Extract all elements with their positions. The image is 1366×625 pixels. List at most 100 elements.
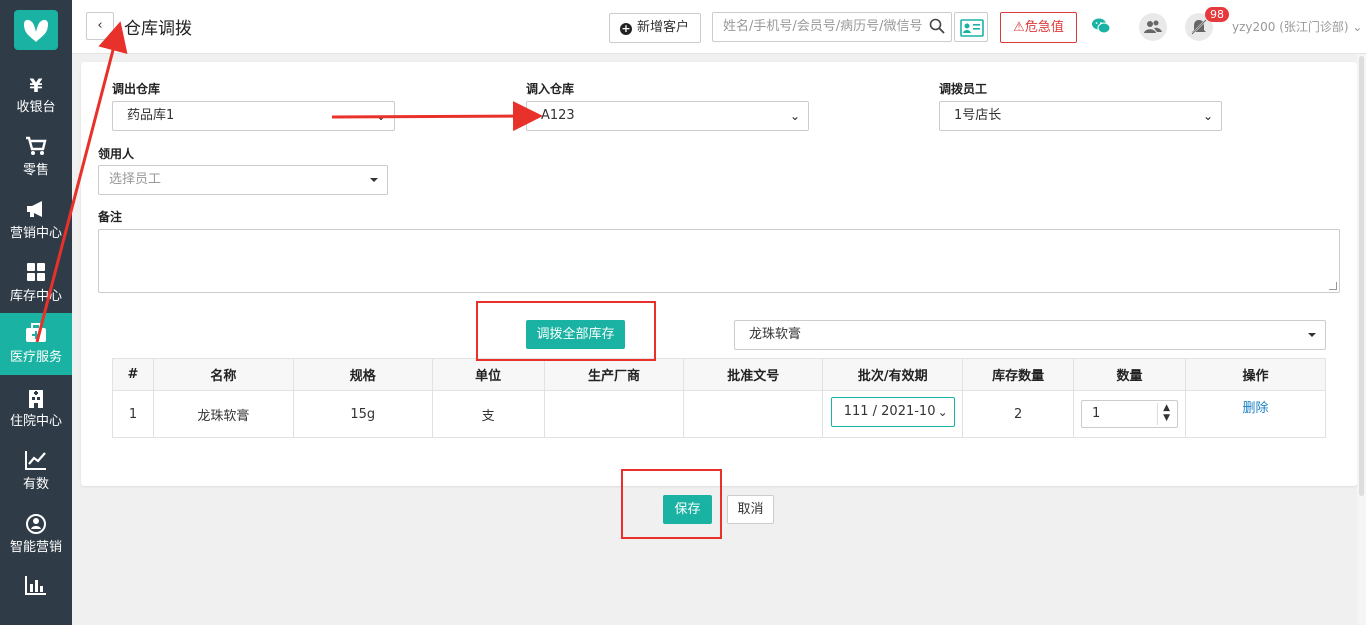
remark-textarea[interactable] bbox=[98, 229, 1340, 293]
col-header-approval: 批准文号 bbox=[683, 358, 824, 391]
smart-icon bbox=[0, 513, 72, 539]
table-row: 1 龙珠软膏 15g 支 111 / 2021-10 ⌄ 2 1 ▲ ▼ 删除 bbox=[112, 390, 1326, 438]
sidebar-item-analytics[interactable]: 有数 bbox=[0, 440, 72, 502]
col-header-spec: 规格 bbox=[292, 358, 433, 391]
user-menu[interactable]: yzy200 (张江门诊部) ⌄ bbox=[1232, 18, 1362, 35]
batch-select[interactable]: 111 / 2021-10 ⌄ bbox=[830, 397, 955, 427]
add-customer-label: 新增客户 bbox=[637, 20, 690, 35]
col-header-stock: 库存数量 bbox=[962, 358, 1075, 391]
quantity-stepper[interactable]: 1 ▲ ▼ bbox=[1081, 400, 1179, 428]
in-warehouse-value: A123 bbox=[541, 108, 575, 123]
user-name-label: yzy200 (张江门诊部) bbox=[1232, 20, 1349, 34]
sidebar-item-label: 库存中心 bbox=[9, 289, 62, 304]
sidebar-item-reports[interactable] bbox=[0, 565, 72, 625]
chart-line-icon bbox=[0, 450, 72, 476]
cell-qty: 1 ▲ ▼ bbox=[1073, 390, 1187, 438]
sidebar-item-label: 智能营销 bbox=[9, 540, 62, 555]
sidebar-item-label: 营销中心 bbox=[9, 226, 62, 241]
batch-value: 111 / 2021-10 bbox=[843, 404, 936, 419]
sidebar-item-marketing[interactable]: 营销中心 bbox=[0, 189, 72, 251]
search-input[interactable]: 姓名/手机号/会员号/病历号/微信号 bbox=[712, 12, 952, 42]
col-header-batch: 批次/有效期 bbox=[822, 358, 964, 391]
cell-approval bbox=[683, 390, 824, 438]
caret-down-icon bbox=[1308, 333, 1316, 337]
sidebar-item-inventory[interactable]: 库存中心 bbox=[0, 252, 72, 314]
cell-action: 删除 bbox=[1185, 390, 1326, 438]
receiver-label: 领用人 bbox=[98, 147, 135, 161]
sidebar-item-cashier[interactable]: ¥ 收银台 bbox=[0, 63, 72, 125]
spinner-arrows-icon[interactable]: ▲ ▼ bbox=[1157, 403, 1175, 425]
col-header-action: 操作 bbox=[1185, 358, 1326, 391]
chevron-down-icon: ⌄ bbox=[1202, 109, 1213, 123]
yen-icon: ¥ bbox=[29, 75, 43, 97]
annotation-box-save bbox=[621, 469, 722, 539]
cancel-button[interactable]: 取消 bbox=[727, 495, 774, 524]
sidebar: ¥ 收银台 零售 营销中心 库存中心 医疗服务 住院中心 有数 智能营销 bbox=[0, 0, 72, 625]
staff-label: 调拨员工 bbox=[939, 82, 988, 96]
col-header-manufacturer: 生产厂商 bbox=[543, 358, 685, 391]
users-icon[interactable] bbox=[1139, 13, 1167, 41]
sidebar-item-label: 住院中心 bbox=[9, 414, 62, 429]
out-warehouse-label: 调出仓库 bbox=[112, 82, 161, 96]
grid-icon bbox=[0, 262, 72, 288]
logo bbox=[14, 10, 58, 50]
out-warehouse-select[interactable]: 药品库1 ⌄ bbox=[112, 101, 395, 131]
col-header-qty: 数量 bbox=[1073, 358, 1187, 391]
resize-grip-icon[interactable] bbox=[1329, 282, 1337, 290]
table-header-row: # 名称 规格 单位 生产厂商 批准文号 批次/有效期 库存数量 数量 操作 bbox=[112, 358, 1326, 391]
in-warehouse-select[interactable]: A123 ⌄ bbox=[526, 101, 809, 131]
receiver-select[interactable]: 选择员工 bbox=[98, 165, 388, 195]
top-header: ‹ 仓库调拨 + 新增客户 姓名/手机号/会员号/病历号/微信号 ⚠危急值 98 … bbox=[72, 0, 1366, 54]
transfer-items-table: # 名称 规格 单位 生产厂商 批准文号 批次/有效期 库存数量 数量 操作 1… bbox=[112, 358, 1326, 438]
id-card-button[interactable] bbox=[954, 12, 988, 42]
sidebar-item-retail[interactable]: 零售 bbox=[0, 126, 72, 188]
critical-value-button[interactable]: ⚠危急值 bbox=[1000, 12, 1077, 43]
scrollbar-thumb[interactable] bbox=[1359, 56, 1364, 496]
col-header-name: 名称 bbox=[152, 358, 294, 391]
cell-stock: 2 bbox=[962, 390, 1075, 438]
sidebar-item-label: 医疗服务 bbox=[9, 350, 62, 365]
col-header-unit: 单位 bbox=[431, 358, 545, 391]
notification-badge: 98 bbox=[1205, 7, 1229, 22]
chevron-down-icon: ⌄ bbox=[375, 109, 386, 123]
chevron-down-icon: ⌄ bbox=[789, 109, 800, 123]
staff-value: 1号店长 bbox=[954, 108, 1002, 123]
hospital-icon bbox=[0, 387, 72, 413]
sidebar-item-smart-marketing[interactable]: 智能营销 bbox=[0, 503, 72, 565]
cell-index: 1 bbox=[112, 390, 154, 438]
out-warehouse-value: 药品库1 bbox=[127, 108, 175, 123]
chevron-down-icon: ⌄ bbox=[1352, 20, 1363, 34]
sidebar-item-label: 收银台 bbox=[16, 100, 56, 115]
transfer-form-panel: 调出仓库 药品库1 ⌄ 调入仓库 A123 ⌄ 调拨员工 1号店长 ⌄ 领用人 … bbox=[81, 62, 1357, 486]
wechat-icon[interactable] bbox=[1091, 17, 1111, 35]
butterfly-logo-icon bbox=[24, 19, 48, 42]
megaphone-icon bbox=[0, 199, 72, 225]
sidebar-item-medical[interactable]: 医疗服务 bbox=[0, 313, 72, 375]
sidebar-item-inpatient[interactable]: 住院中心 bbox=[0, 377, 72, 439]
back-button[interactable]: ‹ bbox=[86, 12, 114, 40]
add-customer-button[interactable]: + 新增客户 bbox=[609, 13, 701, 43]
search-icon[interactable] bbox=[929, 18, 945, 34]
medkit-icon bbox=[0, 323, 72, 349]
sidebar-item-label: 有数 bbox=[22, 477, 49, 492]
delete-row-link[interactable]: 删除 bbox=[1186, 397, 1325, 416]
remark-label: 备注 bbox=[98, 210, 123, 224]
cell-spec: 15g bbox=[292, 390, 433, 438]
cart-icon bbox=[0, 136, 72, 162]
cell-name: 龙珠软膏 bbox=[152, 390, 294, 438]
caret-down-icon bbox=[370, 178, 378, 182]
staff-select[interactable]: 1号店长 ⌄ bbox=[939, 101, 1222, 131]
page-scrollbar[interactable] bbox=[1357, 54, 1366, 625]
id-card-icon bbox=[960, 19, 984, 37]
critical-value-label: 危急值 bbox=[1024, 20, 1064, 35]
annotation-box-transfer-all bbox=[476, 301, 656, 361]
page-title: 仓库调拨 bbox=[124, 19, 192, 39]
sidebar-item-label: 零售 bbox=[22, 163, 49, 178]
product-select[interactable]: 龙珠软膏 bbox=[734, 320, 1326, 350]
cell-batch: 111 / 2021-10 ⌄ bbox=[822, 390, 964, 438]
cell-manufacturer bbox=[543, 390, 685, 438]
in-warehouse-label: 调入仓库 bbox=[526, 82, 575, 96]
plus-icon: + bbox=[620, 22, 632, 35]
bar-chart-icon bbox=[0, 575, 72, 601]
product-value: 龙珠软膏 bbox=[749, 327, 802, 342]
